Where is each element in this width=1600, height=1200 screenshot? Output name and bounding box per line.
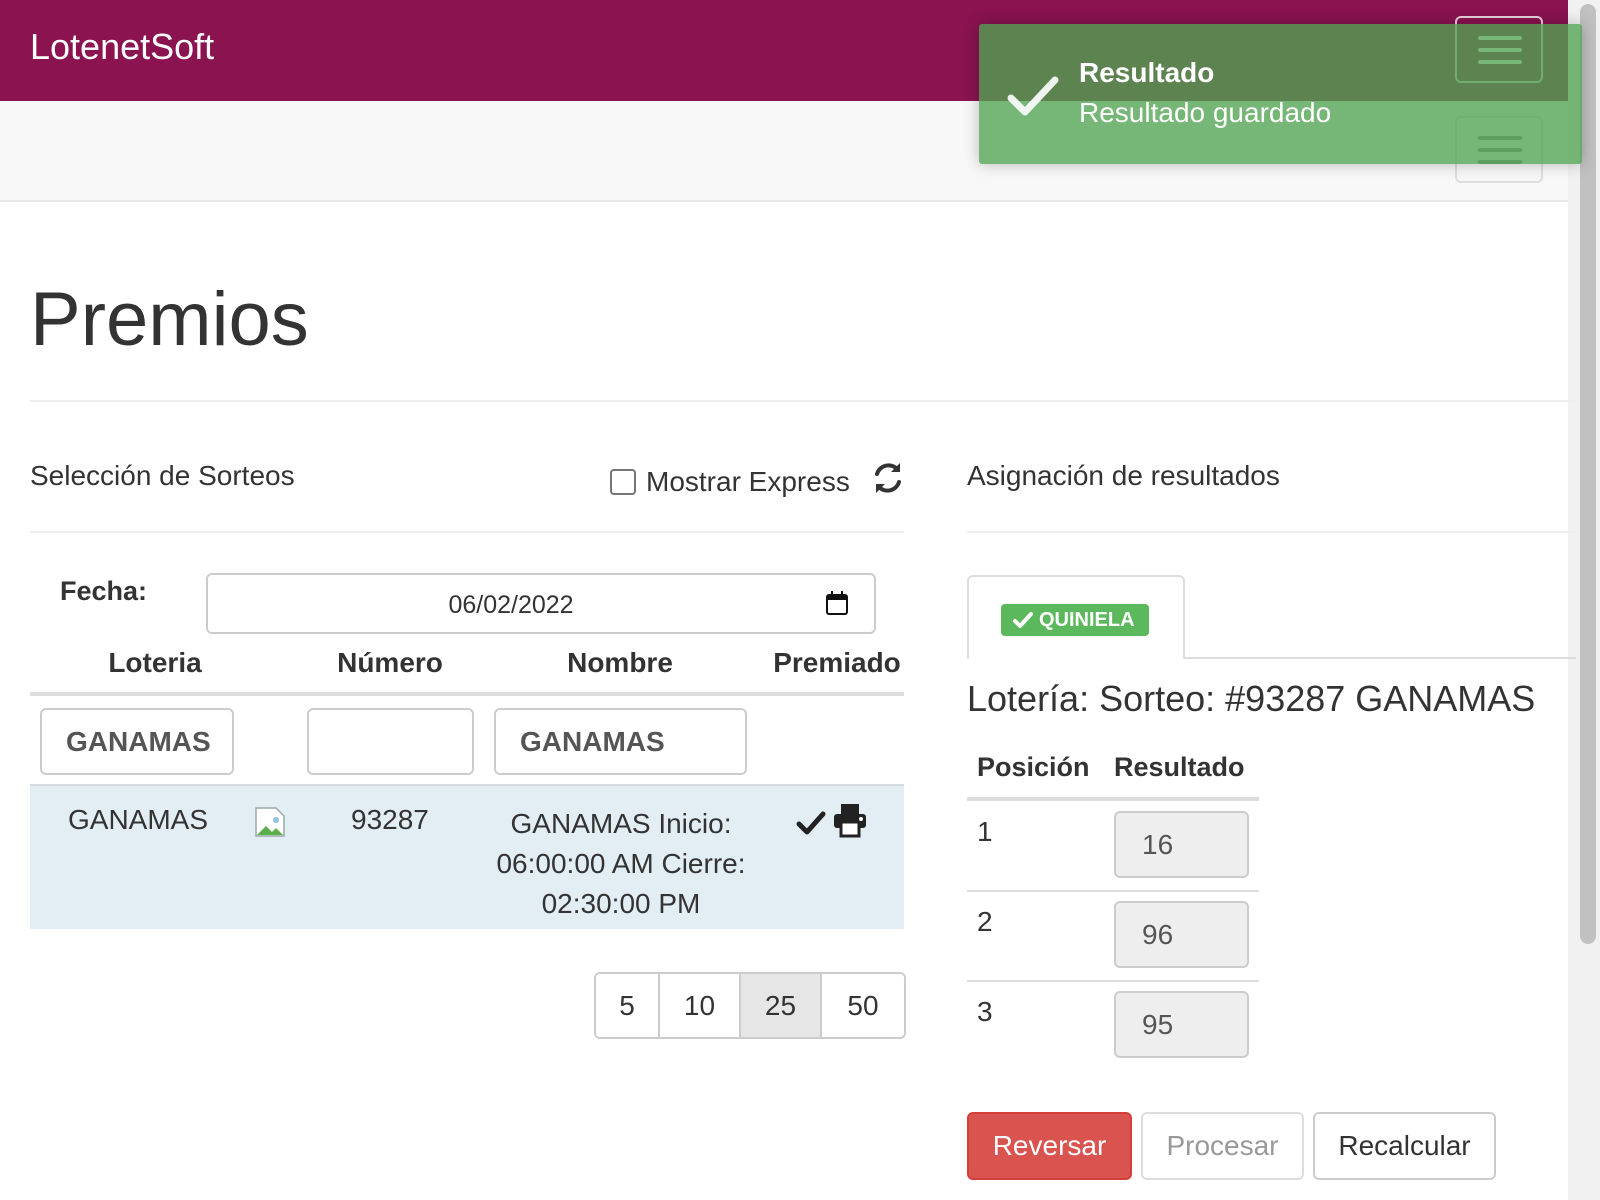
toast-message: Resultado guardado [1079,97,1332,128]
sorteo-title: Lotería: Sorteo: #93287 GANAMAS [967,678,1536,719]
page-size-selector: 5 10 25 50 [594,972,906,1039]
page-size-25[interactable]: 25 [741,974,822,1037]
calendar-icon[interactable] [826,591,848,615]
row-nombre: GANAMAS Inicio: 06:00:00 AM Cierre: 02:3… [496,808,746,919]
results-header-divider [967,797,1259,801]
page-scrollbar[interactable] [1568,0,1600,1200]
results-row-divider [967,890,1259,892]
page-size-5[interactable]: 5 [596,974,660,1037]
asignacion-heading: Asignación de resultados [967,460,1280,491]
col-posicion: Posición [977,752,1090,782]
posicion-1: 1 [977,816,993,847]
reversar-button[interactable]: Reversar [967,1112,1132,1180]
tab-divider [1185,657,1576,659]
results-row-divider [967,980,1259,982]
table-header-divider [30,692,904,696]
resultado-input-3[interactable]: 95 [1114,991,1249,1058]
procesar-button[interactable]: Procesar [1141,1112,1304,1180]
row-loteria: GANAMAS [68,804,209,835]
express-checkbox[interactable] [610,469,636,495]
page-size-50[interactable]: 50 [822,974,904,1037]
mostrar-express-toggle[interactable]: Mostrar Express [610,466,850,498]
resultado-input-2[interactable]: 96 [1114,901,1249,968]
title-divider [30,400,1576,402]
scrollbar-thumb[interactable] [1580,4,1596,944]
recalcular-button[interactable]: Recalcular [1313,1112,1496,1180]
row-numero: 93287 [351,804,429,835]
refresh-icon[interactable] [870,460,906,496]
brand-logo[interactable]: LotenetSoft [30,26,214,68]
quiniela-badge: QUINIELA [1001,604,1149,636]
nombre-filter-input[interactable]: GANAMAS [494,708,747,775]
col-numero[interactable]: Número [315,647,465,679]
check-icon [796,811,826,835]
col-resultado: Resultado [1114,752,1245,782]
posicion-2: 2 [977,906,993,937]
fecha-date-input[interactable]: 06/02/2022 [206,573,876,634]
right-panel-divider [967,531,1576,533]
success-toast[interactable]: Resultado Resultado guardado [979,24,1582,164]
check-icon [1013,612,1033,628]
print-icon[interactable] [832,802,868,838]
fecha-value: 06/02/2022 [448,591,574,619]
sorteos-heading: Selección de Sorteos [30,460,295,491]
posicion-3: 3 [977,996,993,1027]
tab-quiniela[interactable]: QUINIELA [967,575,1185,659]
col-loteria[interactable]: Loteria [80,647,230,679]
check-icon [1007,76,1059,116]
left-panel-divider [30,531,904,533]
loteria-filter-input[interactable]: GANAMAS [40,708,234,775]
toast-title: Resultado [1079,57,1215,88]
page-title: Premios [30,277,309,362]
page-size-10[interactable]: 10 [660,974,741,1037]
col-premiado[interactable]: Premiado [762,647,912,679]
resultado-input-1[interactable]: 16 [1114,811,1249,878]
express-label: Mostrar Express [646,466,850,497]
broken-image-icon [255,807,285,837]
col-nombre[interactable]: Nombre [540,647,700,679]
numero-filter-input[interactable] [307,708,474,775]
fecha-label: Fecha: [60,576,148,606]
